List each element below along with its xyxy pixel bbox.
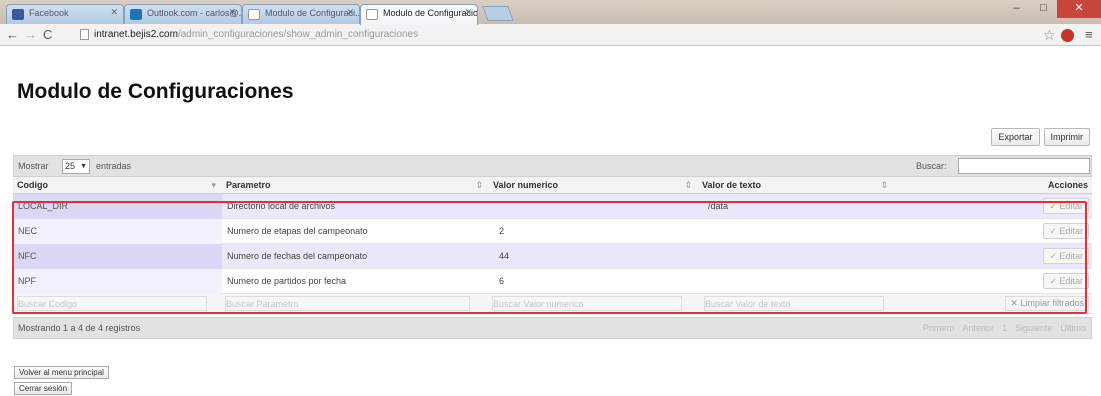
sort-icon: ⇕ xyxy=(880,180,888,190)
search-label: Buscar: xyxy=(916,161,947,171)
pagination: Primero Anterior 1 Siguiente Último xyxy=(923,323,1086,333)
page-length-value: 25 xyxy=(65,161,76,171)
cell-codigo: LOCAL_DIR xyxy=(13,193,222,219)
page-title: Modulo de Configuraciones xyxy=(17,80,294,103)
new-tab-button[interactable] xyxy=(482,6,514,21)
pager-first[interactable]: Primero xyxy=(923,323,955,333)
table-actions: Exportar Imprimir xyxy=(991,128,1090,146)
column-header-acciones: Acciones xyxy=(1047,180,1088,190)
edit-button[interactable]: ✓ Editar xyxy=(1043,223,1089,239)
page-icon xyxy=(366,9,378,20)
clear-filters-button[interactable]: ✕ Limpiar filtrados xyxy=(1005,296,1089,311)
column-header-codigo[interactable]: Codigo ▾ xyxy=(13,177,222,193)
table-header-bar: Mostrar 25 ▼ entradas Buscar: xyxy=(13,155,1092,177)
edit-button[interactable]: ✓ Editar xyxy=(1043,198,1089,214)
sort-icon: ▾ xyxy=(211,180,216,190)
column-headers: Codigo ▾ Parametro ⇕ Valor numerico ⇕ Valor… xyxy=(13,177,1092,194)
extension-icon[interactable] xyxy=(1061,29,1074,42)
close-icon[interactable]: ✕ xyxy=(228,7,236,18)
page-icon xyxy=(248,9,260,20)
chevron-down-icon: ▼ xyxy=(80,163,87,170)
minimize-button[interactable]: – xyxy=(1003,0,1030,18)
cell-codigo: NEC xyxy=(13,218,222,244)
table-footer-bar: Mostrando 1 a 4 de 4 registros Primero A… xyxy=(13,317,1092,339)
close-icon[interactable]: ✕ xyxy=(110,7,118,18)
filter-codigo-input[interactable] xyxy=(17,296,207,311)
browser-tab-outlook[interactable]: Outlook.com - carlos@... ✕ xyxy=(124,4,242,24)
table-row: LOCAL_DIR Directorio local de archivos /… xyxy=(13,193,1092,219)
export-button[interactable]: Exportar xyxy=(991,128,1040,146)
filter-parametro-input[interactable] xyxy=(225,296,470,311)
filter-valor-numerico-input[interactable] xyxy=(492,296,682,311)
browser-tab-modulo-1[interactable]: Modulo de Configuraci... ✕ xyxy=(242,4,360,24)
close-icon[interactable]: ✕ xyxy=(464,7,472,18)
page-icon xyxy=(80,29,89,40)
window-controls: – □ ✕ xyxy=(1003,0,1101,18)
table-row: NPF Numero de partidos por fecha 6 ✓ Edi… xyxy=(13,268,1092,294)
close-icon[interactable]: ✕ xyxy=(346,7,354,18)
edit-button[interactable]: ✓ Editar xyxy=(1043,273,1089,289)
cell-codigo: NFC xyxy=(13,243,222,269)
pager-last[interactable]: Último xyxy=(1060,323,1086,333)
column-header-valor-numerico[interactable]: Valor numerico ⇕ xyxy=(489,177,698,193)
tab-title: Facebook xyxy=(29,8,69,18)
logout-button[interactable]: Cerrar sesión xyxy=(14,382,73,395)
cell-valor-numerico: 2 xyxy=(499,226,505,236)
sort-icon: ⇕ xyxy=(684,180,692,190)
maximize-button[interactable]: □ xyxy=(1030,0,1057,18)
column-header-valor-texto[interactable]: Valor de texto ⇕ xyxy=(698,177,894,193)
address-bar[interactable]: intranet.bejis2.com/admin_configuracione… xyxy=(78,26,1078,44)
pager-next[interactable]: Siguiente xyxy=(1015,323,1053,333)
cell-parametro: Directorio local de archivos xyxy=(227,201,336,211)
facebook-icon xyxy=(12,9,24,20)
cell-codigo: NPF xyxy=(13,268,222,294)
page-length-select[interactable]: 25 ▼ xyxy=(62,159,90,174)
length-label: Mostrar xyxy=(18,161,49,171)
cell-parametro: Numero de partidos por fecha xyxy=(227,276,347,286)
pager-page[interactable]: 1 xyxy=(1002,323,1007,333)
configurations-table: Mostrar 25 ▼ entradas Buscar: Codigo ▾ Pa… xyxy=(13,155,1092,339)
cell-acciones: ✓ Editar xyxy=(894,223,1092,239)
table-row: NEC Numero de etapas del campeonato 2 ✓ … xyxy=(13,218,1092,244)
url-text: intranet.bejis2.com/admin_configuracione… xyxy=(94,29,419,40)
column-filters: ✕ Limpiar filtrados xyxy=(13,294,1092,314)
cell-parametro: Numero de etapas del campeonato xyxy=(227,226,368,236)
menu-icon[interactable]: ≡ xyxy=(1085,27,1093,42)
bookmark-star-icon[interactable]: ☆ xyxy=(1043,27,1056,44)
column-header-parametro[interactable]: Parametro ⇕ xyxy=(222,177,489,193)
browser-tabstrip: Facebook ✕ Outlook.com - carlos@... ✕ Mo… xyxy=(0,0,1101,25)
cell-valor-numerico: 44 xyxy=(499,251,510,261)
browser-tab-facebook[interactable]: Facebook ✕ xyxy=(6,4,124,24)
back-arrow-icon[interactable]: ← xyxy=(6,27,19,42)
window-close-button[interactable]: ✕ xyxy=(1057,0,1101,18)
length-suffix: entradas xyxy=(96,161,132,171)
forward-arrow-icon[interactable]: → xyxy=(24,27,37,42)
table-row: NFC Numero de fechas del campeonato 44 ✓… xyxy=(13,243,1092,269)
search-input[interactable] xyxy=(958,158,1090,174)
sort-icon: ⇕ xyxy=(475,180,483,190)
edit-button[interactable]: ✓ Editar xyxy=(1043,248,1089,264)
cell-acciones: ✓ Editar xyxy=(894,273,1092,289)
cell-valor-numerico: 6 xyxy=(499,276,505,286)
cell-valor-texto: /data xyxy=(708,201,729,211)
cell-acciones: ✓ Editar xyxy=(894,248,1092,264)
cell-parametro: Numero de fechas del campeonato xyxy=(227,251,368,261)
cell-acciones: ✓ Editar xyxy=(894,198,1092,214)
table-info: Mostrando 1 a 4 de 4 registros xyxy=(18,323,141,333)
reload-icon[interactable]: C xyxy=(43,27,52,42)
pager-previous[interactable]: Anterior xyxy=(962,323,994,333)
print-button[interactable]: Imprimir xyxy=(1043,128,1090,146)
browser-toolbar: ← → C intranet.bejis2.com/admin_configur… xyxy=(0,24,1101,46)
back-to-menu-button[interactable]: Volver al menu principal xyxy=(14,366,109,379)
filter-valor-texto-input[interactable] xyxy=(704,296,884,311)
browser-tab-modulo-active[interactable]: Modulo de Configuracio ✕ xyxy=(360,4,478,25)
outlook-icon xyxy=(130,9,142,20)
